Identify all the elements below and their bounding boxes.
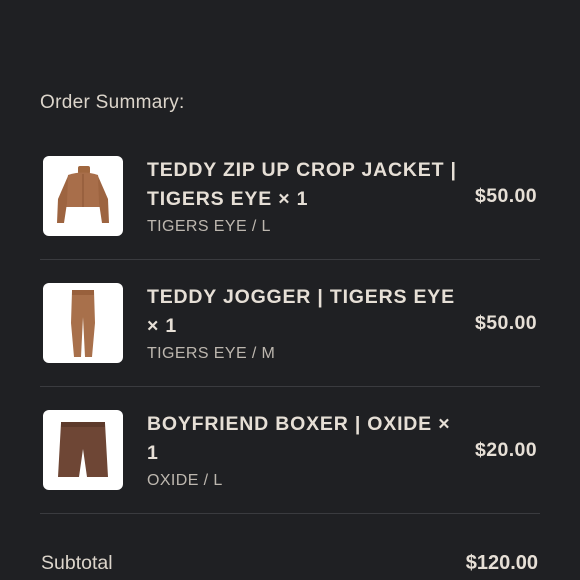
order-item: BOYFRIEND BOXER | OXIDE × 1 OXIDE / L $2…	[40, 387, 540, 514]
item-variant: TIGERS EYE / L	[147, 218, 271, 235]
item-variant: TIGERS EYE / M	[147, 345, 276, 362]
order-summary-heading: Order Summary:	[40, 92, 185, 113]
jogger-pants-icon	[71, 290, 95, 357]
subtotal-row: Subtotal $120.00	[41, 552, 538, 575]
item-price: $50.00	[474, 184, 537, 207]
order-item: TEDDY ZIP UP CROP JACKET | TIGERS EYE × …	[40, 133, 540, 260]
cropped-jacket-icon	[57, 166, 109, 223]
item-price: $50.00	[474, 311, 537, 334]
order-summary-page: Order Summary: TEDDY ZIP UP CROP JACKET …	[0, 0, 580, 580]
product-image	[43, 283, 123, 363]
item-title: TEDDY JOGGER | TIGERS EYE × 1	[147, 286, 455, 337]
subtotal-value: $120.00	[465, 552, 538, 574]
order-item: TEDDY JOGGER | TIGERS EYE × 1 TIGERS EYE…	[40, 260, 540, 387]
item-title: BOYFRIEND BOXER | OXIDE × 1	[147, 413, 451, 464]
item-variant: OXIDE / L	[147, 472, 223, 489]
boxer-shorts-icon	[58, 422, 108, 477]
item-title: TEDDY ZIP UP CROP JACKET | TIGERS EYE × …	[147, 159, 457, 210]
item-price: $20.00	[474, 438, 537, 461]
order-items-list: TEDDY ZIP UP CROP JACKET | TIGERS EYE × …	[40, 133, 540, 514]
product-image	[43, 156, 123, 236]
product-image	[43, 410, 123, 490]
subtotal-label: Subtotal	[41, 552, 113, 574]
